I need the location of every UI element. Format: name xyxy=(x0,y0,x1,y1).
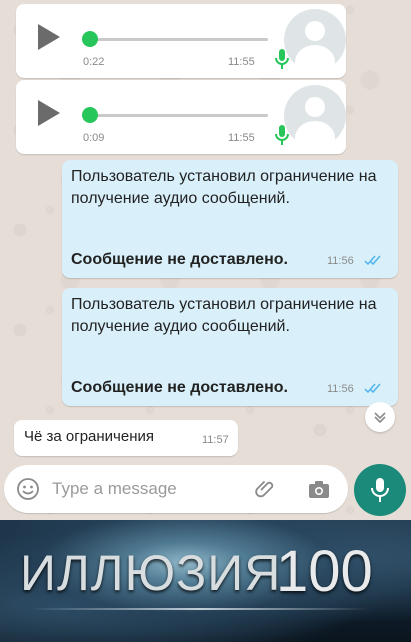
outgoing-message[interactable]: Пользователь установил ограничение на по… xyxy=(62,160,398,278)
delivery-status: Сообщение не доставлено. xyxy=(71,251,288,268)
attach-icon[interactable] xyxy=(254,477,278,501)
message-time: 11:55 xyxy=(228,56,255,68)
play-icon[interactable] xyxy=(38,100,60,126)
banner-word: ИЛЛЮЗИЯ xyxy=(20,545,282,601)
audio-progress-track[interactable] xyxy=(90,114,268,117)
message-time: 11:55 xyxy=(228,132,255,144)
camera-icon[interactable] xyxy=(307,477,331,501)
banner-number: 100 xyxy=(276,539,373,604)
banner-divider xyxy=(30,608,370,610)
double-check-icon xyxy=(364,383,381,394)
message-text: Чё за ограничения xyxy=(24,428,154,445)
avatar xyxy=(284,9,346,71)
message-text: Пользователь установил ограничение на по… xyxy=(71,168,377,207)
message-time: 11:56 xyxy=(327,255,354,267)
chat-area: 0:22 11:55 0:09 11:55 Пользователь устан… xyxy=(0,0,411,520)
audio-progress-track[interactable] xyxy=(90,38,268,41)
emoji-icon[interactable] xyxy=(16,477,40,501)
audio-progress-handle[interactable] xyxy=(82,107,98,123)
outgoing-message[interactable]: Пользователь установил ограничение на по… xyxy=(62,288,398,406)
chevron-down-icon xyxy=(374,412,386,424)
microphone-icon xyxy=(371,478,389,502)
microphone-icon xyxy=(275,49,289,69)
audio-progress-handle[interactable] xyxy=(82,31,98,47)
voice-record-button[interactable] xyxy=(354,464,406,516)
delivery-status: Сообщение не доставлено. xyxy=(71,379,288,396)
message-text: Пользователь установил ограничение на по… xyxy=(71,296,377,335)
message-input[interactable]: Type a message xyxy=(52,479,177,499)
message-time: 11:56 xyxy=(327,383,354,395)
play-icon[interactable] xyxy=(38,24,60,50)
message-composer[interactable]: Type a message xyxy=(4,465,348,513)
voice-duration: 0:22 xyxy=(83,56,105,68)
message-time: 11:57 xyxy=(202,434,229,446)
voice-message: 0:22 11:55 xyxy=(16,4,346,78)
double-check-icon xyxy=(364,255,381,266)
voice-duration: 0:09 xyxy=(83,132,105,144)
microphone-icon xyxy=(275,125,289,145)
scroll-down-button[interactable] xyxy=(365,402,395,432)
meme-banner: ИЛЛЮЗИЯ 100 xyxy=(0,520,411,642)
incoming-message[interactable]: Чё за ограничения 11:57 xyxy=(14,420,238,456)
avatar xyxy=(284,85,346,147)
voice-message: 0:09 11:55 xyxy=(16,80,346,154)
